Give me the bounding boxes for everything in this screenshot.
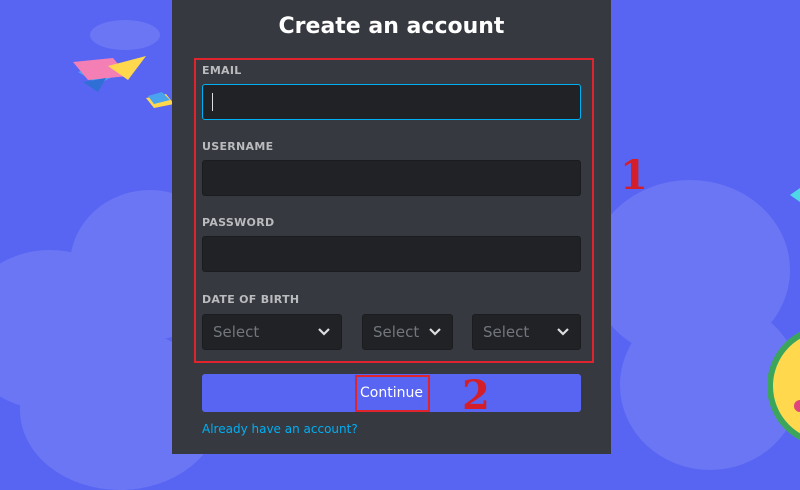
- annotation-box-form: [194, 58, 594, 363]
- background-cloud: [90, 20, 160, 50]
- sparkle-icon: [790, 188, 800, 202]
- annotation-box-continue: [355, 375, 430, 412]
- planet-icon: [768, 331, 800, 441]
- annotation-number-1: 1: [620, 152, 648, 199]
- page-title: Create an account: [278, 14, 505, 39]
- flying-book-icon: [73, 56, 146, 92]
- annotation-number-2: 2: [462, 372, 490, 419]
- login-link[interactable]: Already have an account?: [202, 422, 358, 436]
